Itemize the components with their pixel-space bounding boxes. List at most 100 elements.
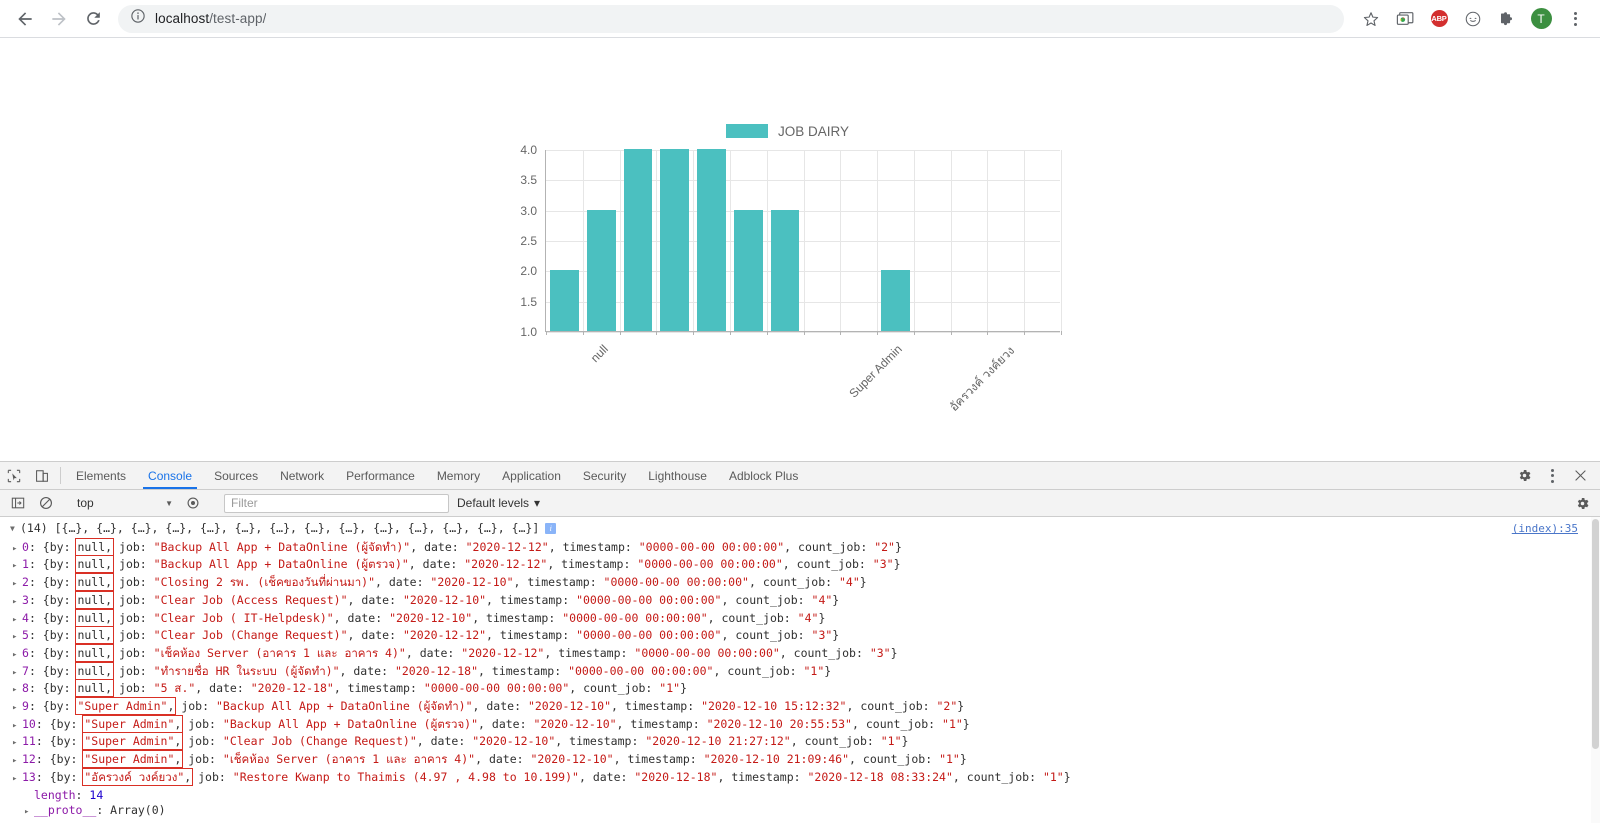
expand-arrow-icon[interactable]: [12, 753, 22, 770]
live-expression-button[interactable]: [179, 496, 207, 510]
execution-context-select[interactable]: top ▼: [69, 494, 179, 513]
expand-arrow-icon[interactable]: [12, 647, 22, 664]
console-object-row[interactable]: 4: {by: null, job: "Clear Job ( IT-Helpd…: [0, 608, 1600, 629]
value-count-job: "2": [936, 699, 958, 714]
devtools-more-button[interactable]: [1538, 468, 1566, 483]
devtools-tab-sources[interactable]: Sources: [203, 462, 269, 489]
devtools-panel: Elements Console Sources Network Performance…: [0, 461, 1600, 823]
clear-console-button[interactable]: [32, 496, 60, 510]
expand-arrow-icon[interactable]: [12, 612, 22, 629]
console-object-row[interactable]: 10: {by: "Super Admin", job: "Backup All…: [0, 714, 1600, 735]
x-gridline: [950, 150, 952, 331]
console-object-row[interactable]: 0: {by: null, job: "Backup All App + Dat…: [0, 537, 1600, 558]
bookmark-star-button[interactable]: [1356, 4, 1386, 34]
expand-arrow-icon[interactable]: [12, 576, 22, 593]
console-object-row[interactable]: 2: {by: null, job: "Closing 2 รพ. (เช็คข…: [0, 573, 1600, 593]
key-timestamp: timestamp: [627, 752, 690, 767]
expand-arrow-icon[interactable]: [24, 804, 34, 821]
key-by: by: [49, 557, 64, 572]
console-sidebar-button[interactable]: [4, 496, 32, 510]
chart-bar[interactable]: [623, 149, 653, 331]
devtools-tab-adblock-plus[interactable]: Adblock Plus: [718, 462, 809, 489]
inspect-element-button[interactable]: [0, 462, 28, 489]
value-count-job: "1": [659, 681, 681, 696]
expand-arrow-icon[interactable]: [12, 594, 22, 611]
key-date: date: [486, 699, 515, 714]
chrome-menu-button[interactable]: [1560, 4, 1590, 34]
value-by: null: [77, 557, 106, 572]
expand-arrow-icon[interactable]: [12, 735, 22, 752]
chart-bar[interactable]: [586, 209, 616, 331]
chart-bar[interactable]: [881, 270, 910, 331]
forward-button[interactable]: [44, 4, 74, 34]
extensions-button[interactable]: [1492, 4, 1522, 34]
devtools-close-button[interactable]: [1566, 469, 1594, 482]
console-settings-button[interactable]: [1568, 496, 1596, 511]
row-index: 5: [22, 628, 29, 643]
expand-arrow-icon[interactable]: [12, 541, 22, 558]
expand-arrow-icon[interactable]: [12, 558, 22, 575]
console-filter-input[interactable]: Filter: [224, 493, 449, 513]
console-output[interactable]: (14) [{…}, {…}, {…}, {…}, {…}, {…}, {…},…: [0, 517, 1600, 823]
value-date: "2020-12-18": [634, 769, 718, 784]
array-proto-row[interactable]: __proto__: Array(0): [0, 803, 1600, 821]
console-object-row[interactable]: 7: {by: null, job: "ทำรายชื่อ HR ในระบบ …: [0, 661, 1600, 682]
tab-label: Sources: [214, 468, 259, 483]
extension-circle-button[interactable]: [1458, 4, 1488, 34]
key-date: date: [592, 769, 621, 784]
adblock-plus-button[interactable]: ABP: [1424, 4, 1454, 34]
expand-arrow-icon[interactable]: [12, 682, 22, 699]
devtools-tab-network[interactable]: Network: [269, 462, 335, 489]
device-toolbar-button[interactable]: [28, 462, 56, 489]
console-array-header[interactable]: (14) [{…}, {…}, {…}, {…}, {…}, {…}, {…},…: [0, 518, 1600, 540]
chart-bar[interactable]: [550, 270, 579, 331]
expand-arrow-icon[interactable]: [12, 665, 22, 682]
console-object-row[interactable]: 9: {by: "Super Admin", job: "Backup All …: [0, 697, 1600, 717]
chart-bar[interactable]: [770, 209, 800, 331]
x-gridline: [582, 150, 584, 331]
chart-bar[interactable]: [697, 149, 726, 331]
console-object-row[interactable]: 6: {by: null, job: "เช็คห้อง Server (อาค…: [0, 643, 1600, 664]
value-count-job: "2": [874, 539, 895, 554]
back-button[interactable]: [10, 4, 40, 34]
expand-arrow-icon[interactable]: [12, 629, 22, 646]
console-object-row[interactable]: 3: {by: null, job: "Clear Job (Access Re…: [0, 590, 1600, 611]
expand-arrow-icon[interactable]: [12, 771, 22, 788]
devtools-tab-security[interactable]: Security: [572, 462, 637, 489]
expand-arrow-icon[interactable]: [12, 718, 22, 735]
devtools-tab-elements[interactable]: Elements: [65, 462, 137, 489]
console-source-link[interactable]: (index):35: [1512, 521, 1578, 537]
key-job: job: [188, 734, 210, 749]
devtools-tab-performance[interactable]: Performance: [335, 462, 426, 489]
console-scrollbar[interactable]: [1591, 517, 1600, 823]
chart-bar[interactable]: [660, 149, 690, 331]
address-bar[interactable]: localhost/test-app/: [118, 4, 1344, 33]
console-scrollbar-thumb[interactable]: [1592, 519, 1599, 749]
console-object-row[interactable]: 11: {by: "Super Admin", job: "Clear Job …: [0, 732, 1600, 752]
key-job: job: [119, 663, 140, 678]
value-count-job: "1": [803, 663, 825, 678]
console-object-row[interactable]: 12: {by: "Super Admin", job: "เช็คห้อง S…: [0, 750, 1600, 770]
reload-button[interactable]: [78, 4, 108, 34]
x-gridline: [619, 150, 621, 331]
key-count-job: count_job: [798, 539, 861, 554]
devtools-tab-lighthouse[interactable]: Lighthouse: [637, 462, 718, 489]
expand-arrow-icon[interactable]: [10, 521, 20, 537]
cast-media-button[interactable]: [1390, 4, 1420, 34]
value-by: null: [77, 663, 106, 678]
devtools-settings-button[interactable]: [1510, 468, 1538, 483]
devtools-tab-memory[interactable]: Memory: [426, 462, 491, 489]
site-info-icon[interactable]: [130, 8, 146, 29]
console-object-row[interactable]: 13: {by: "อัครวงค์ วงค์ยวง", job: "Resto…: [0, 767, 1600, 788]
console-object-row[interactable]: 5: {by: null, job: "Clear Job (Change Re…: [0, 626, 1600, 646]
profile-avatar-button[interactable]: T: [1526, 4, 1556, 34]
console-object-row[interactable]: 8: {by: null, job: "5 ส.", date: "2020-1…: [0, 679, 1600, 699]
console-object-row[interactable]: 1: {by: null, job: "Backup All App + Dat…: [0, 555, 1600, 575]
legend-swatch-job-dairy[interactable]: [725, 124, 768, 138]
expand-arrow-icon[interactable]: [12, 700, 22, 717]
log-levels-select[interactable]: Default levels ▾: [457, 496, 540, 510]
x-gridline: [729, 150, 731, 331]
devtools-tab-console[interactable]: Console: [137, 462, 203, 489]
devtools-tab-application[interactable]: Application: [491, 462, 572, 489]
chart-bar[interactable]: [733, 209, 763, 331]
